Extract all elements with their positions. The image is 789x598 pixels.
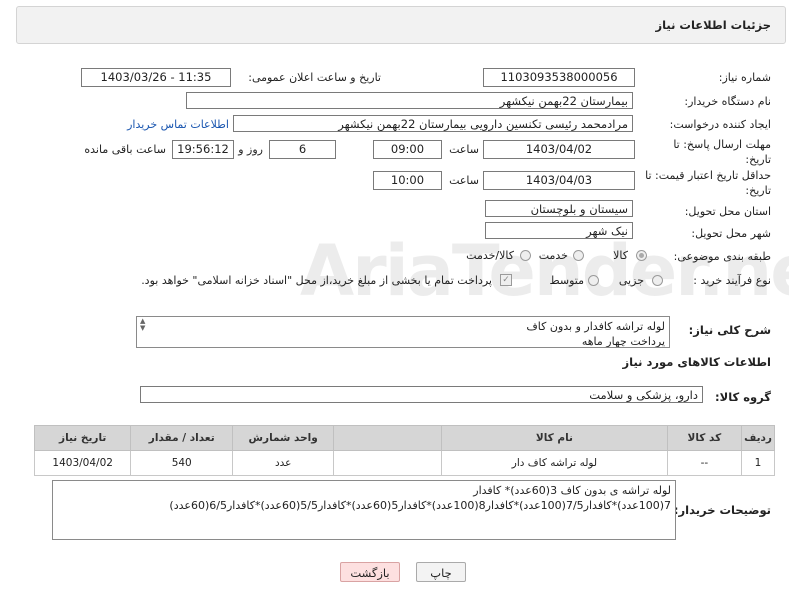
goods-table: تاریخ نیاز تعداد / مقدار واحد شمارش نام … (33, 425, 775, 476)
col-name: نام کالا (441, 425, 668, 451)
scroll-arrows-icon[interactable]: ▲ ▼ (140, 318, 145, 332)
buyer-field: بیمارستان 22بهمن نیکشهر (186, 92, 633, 109)
print-button[interactable]: چاپ (416, 562, 466, 582)
announce-field: 1403/03/26 - 11:35 (81, 68, 231, 87)
goods-group-field: دارو، پزشکی و سلامت (140, 386, 703, 403)
process-radio-medium[interactable] (588, 275, 599, 286)
goods-group-label: گروه کالا: (715, 390, 771, 404)
buyer-contact-link[interactable]: اطلاعات تماس خریدار (127, 118, 229, 131)
category-option-service: خدمت (538, 249, 568, 262)
need-number-field: 1103093538000056 (483, 68, 635, 87)
remaining-time-field: 19:56:12 (172, 140, 234, 159)
col-need-date: تاریخ نیاز (33, 425, 132, 451)
need-number-label: شماره نیاز: (718, 71, 771, 84)
description-line-1: لوله تراشه کافدار و بدون کاف (526, 320, 665, 333)
category-option-goods: کالا (613, 249, 628, 262)
validity-date-field: 1403/04/03 (483, 171, 635, 190)
remaining-label: ساعت باقی مانده (84, 143, 166, 156)
deadline-date-field: 1403/04/02 (483, 140, 635, 159)
days-remaining-field: 6 (269, 140, 336, 159)
col-unit: واحد شمارش (232, 425, 335, 451)
process-option-minor: جزیی (618, 274, 644, 287)
province-label: استان محل تحویل: (684, 205, 771, 218)
category-option-goods-service: کالا/خدمت (466, 249, 514, 262)
col-row: ردیف (741, 425, 775, 451)
days-label: روز و (238, 143, 263, 156)
buyer-label: نام دستگاه خریدار: (684, 95, 771, 108)
city-field: نیک شهر (485, 222, 633, 239)
cell-unit: عدد (232, 450, 335, 476)
cell-name: لوله تراشه کاف دار (441, 450, 668, 476)
process-option-medium: متوسط (549, 274, 584, 287)
col-quantity: تعداد / مقدار (130, 425, 234, 451)
category-label: طبقه بندی موضوعی: (673, 250, 771, 263)
buyer-notes-line-2: 7(100عدد)*کافدار7/5(100عدد)*کافدار8(100ع… (169, 499, 671, 512)
category-radio-service[interactable] (573, 250, 584, 261)
page-title: جزئیات اطلاعات نیاز (655, 18, 771, 32)
deadline-label: مهلت ارسال پاسخ: تا تاریخ: (673, 138, 771, 166)
deadline-time-field: 09:00 (373, 140, 442, 159)
description-line-2: پرداخت چهار ماهه (581, 335, 665, 348)
province-field: سیستان و بلوچستان (485, 200, 633, 217)
validity-label: حداقل تاریخ اعتبار قیمت: تا تاریخ: (645, 169, 771, 197)
city-label: شهر محل تحویل: (691, 227, 771, 240)
cell-spacer (333, 450, 443, 476)
validity-time-label: ساعت (449, 174, 479, 187)
creator-label: ایجاد کننده درخواست: (669, 118, 771, 131)
validity-time-field: 10:00 (373, 171, 442, 190)
cell-need-date: 1403/04/02 (33, 450, 132, 476)
process-radio-minor[interactable] (652, 275, 663, 286)
description-label: شرح کلی نیاز: (688, 323, 771, 337)
deadline-time-label: ساعت (449, 143, 479, 156)
buyer-notes-label: توضیحات خریدار: (673, 503, 771, 517)
category-radio-goods[interactable] (636, 250, 647, 261)
page-header: جزئیات اطلاعات نیاز (16, 6, 786, 44)
treasury-checkbox[interactable]: ✓ (500, 274, 512, 286)
buyer-notes-textarea[interactable]: لوله تراشه ی بدون کاف 3(60عدد)* کافدار 7… (52, 480, 676, 540)
category-radio-goods-service[interactable] (520, 250, 531, 261)
announce-label: تاریخ و ساعت اعلان عمومی: (248, 71, 381, 84)
watermark: AriaTender.neT (300, 230, 789, 312)
process-label: نوع فرآیند خرید : (693, 274, 771, 287)
cell-quantity: 540 (130, 450, 234, 476)
description-textarea[interactable]: لوله تراشه کافدار و بدون کاف پرداخت چهار… (136, 316, 670, 348)
cell-row-number: 1 (741, 450, 775, 476)
buyer-notes-line-1: لوله تراشه ی بدون کاف 3(60عدد)* کافدار (473, 484, 671, 497)
payment-note: پرداخت تمام یا بخشی از مبلغ خرید،از محل … (141, 274, 492, 287)
table-row[interactable]: 1403/04/02 540 عدد لوله تراشه کاف دار --… (33, 450, 775, 476)
cell-code: -- (666, 450, 743, 476)
col-unit-header (333, 425, 443, 451)
back-button[interactable]: بازگشت (340, 562, 400, 582)
goods-info-title: اطلاعات کالاهای مورد نیاز (622, 355, 771, 369)
creator-field: مرادمحمد رئیسی تکنسین دارویی بیمارستان 2… (233, 115, 633, 132)
col-code: کد کالا (666, 425, 743, 451)
